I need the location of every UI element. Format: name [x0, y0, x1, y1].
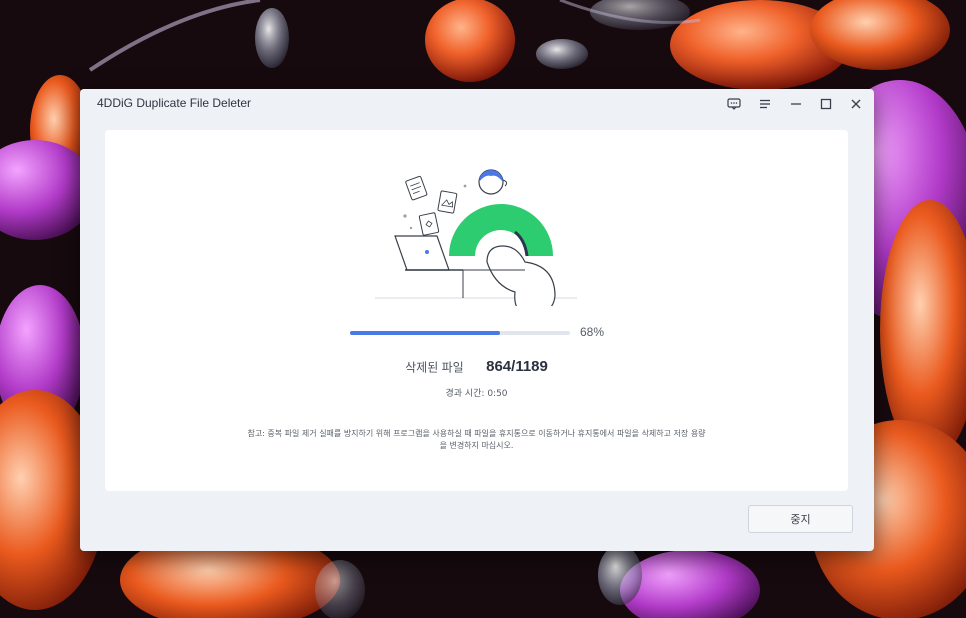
- app-window: 4DDiG Duplicate File Deleter 68% 삭제된 파일 …: [80, 89, 874, 551]
- close-icon[interactable]: [846, 94, 866, 114]
- maximize-icon[interactable]: [816, 94, 836, 114]
- progress-bar-fill: [350, 331, 500, 335]
- warning-note: 참고: 중복 파일 제거 실패를 방지하기 위해 프로그램을 사용하실 때 파일…: [247, 429, 706, 450]
- feedback-icon[interactable]: [724, 94, 744, 114]
- progress-bar: [350, 331, 570, 335]
- minimize-icon[interactable]: [786, 94, 806, 114]
- stop-button[interactable]: 중지: [748, 505, 853, 533]
- progress-percent: 68%: [580, 325, 605, 339]
- menu-icon[interactable]: [755, 94, 775, 114]
- deleted-files-label: 삭제된 파일: [405, 360, 464, 375]
- deleted-files-count: 864/1189: [486, 358, 548, 376]
- elapsed-time: 경과 시간: 0:50: [445, 389, 508, 399]
- title-bar: 4DDiG Duplicate File Deleter: [80, 89, 874, 119]
- deleting-files-illustration: [375, 169, 577, 306]
- deleted-files-row: 삭제된 파일 864/1189: [105, 358, 848, 376]
- window-title: 4DDiG Duplicate File Deleter: [97, 96, 252, 110]
- progress-panel: 68% 삭제된 파일 864/1189 경과 시간: 0:50 참고: 중복 파…: [105, 130, 848, 491]
